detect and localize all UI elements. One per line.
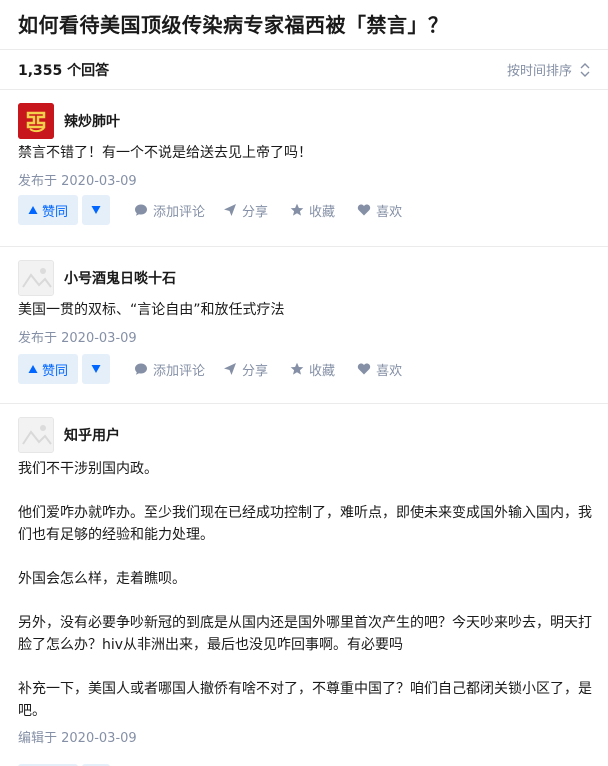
answer-author: 知乎用户 bbox=[18, 417, 120, 453]
sort-toggle[interactable]: 按时间排序 bbox=[507, 60, 590, 79]
upvote-button[interactable]: 赞同 bbox=[18, 354, 79, 384]
avatar-logo-icon bbox=[18, 103, 54, 139]
like-label: 喜欢 bbox=[376, 363, 403, 379]
share-label: 分享 bbox=[242, 204, 269, 220]
content-paragraph: 另外，没有必要争吵新冠的到底是从国内还是国外哪里首次产生的吧？今天吵来吵去，明天… bbox=[18, 615, 592, 653]
answer-item: 辣炒肺叶 禁言不错了！有一个不说是给送去见上帝了吗！ 发布于 2020-03-0… bbox=[0, 90, 608, 247]
downvote-button[interactable] bbox=[82, 195, 111, 225]
author-name[interactable]: 知乎用户 bbox=[64, 425, 120, 445]
comment-label: 添加评论 bbox=[153, 204, 206, 220]
like-label: 喜欢 bbox=[376, 204, 403, 220]
answer-item: 知乎用户 我们不干涉别国内政。 他们爱咋办就咋办。至少我们现在已经成功控制了，难… bbox=[0, 404, 608, 766]
content-paragraph: 禁言不错了！有一个不说是给送去见上帝了吗！ bbox=[18, 145, 312, 161]
default-avatar-icon bbox=[19, 261, 53, 295]
answer-time[interactable]: 编辑于 2020-03-09 bbox=[18, 728, 600, 750]
share-label: 分享 bbox=[242, 363, 269, 379]
comment-icon bbox=[135, 363, 148, 375]
heart-icon bbox=[357, 363, 371, 375]
content-paragraph: 外国会怎么样，走着瞧呗。 bbox=[18, 571, 186, 587]
author-name[interactable]: 小号酒鬼日啖十石 bbox=[64, 268, 176, 288]
star-icon bbox=[290, 203, 304, 216]
collect-label: 收藏 bbox=[309, 204, 336, 220]
question-header: 如何看待美国顶级传染病专家福西被「禁言」？ bbox=[0, 0, 608, 50]
collect-label: 收藏 bbox=[309, 363, 336, 379]
sort-chevrons-icon bbox=[580, 62, 590, 77]
comment-button[interactable]: 添加评论 bbox=[134, 360, 205, 379]
avatar[interactable] bbox=[18, 260, 54, 296]
star-icon bbox=[290, 362, 304, 375]
answer-author: 辣炒肺叶 bbox=[18, 103, 120, 139]
answer-content: 禁言不错了！有一个不说是给送去见上帝了吗！ bbox=[18, 142, 600, 164]
share-button[interactable]: 分享 bbox=[223, 360, 268, 379]
question-title[interactable]: 如何看待美国顶级传染病专家福西被「禁言」？ bbox=[18, 10, 590, 40]
content-paragraph: 补充一下，美国人或者哪国人撤侨有啥不对了，不尊重中国了？咱们自己都闭关锁小区了，… bbox=[18, 681, 592, 719]
comment-icon bbox=[135, 204, 148, 216]
triangle-up-icon bbox=[28, 206, 38, 214]
collect-button[interactable]: 收藏 bbox=[290, 201, 335, 220]
collect-button[interactable]: 收藏 bbox=[290, 360, 335, 379]
answer-item: 小号酒鬼日啖十石 美国一贯的双标、“言论自由”和放任式疗法 发布于 2020-0… bbox=[0, 247, 608, 404]
answer-actions: 赞同 添加评论 分享 收藏 喜欢 bbox=[18, 195, 402, 225]
page: 如何看待美国顶级传染病专家福西被「禁言」？ 1,355 个回答 按时间排序 辣炒… bbox=[0, 0, 608, 766]
heart-icon bbox=[357, 204, 371, 216]
downvote-button[interactable] bbox=[82, 354, 111, 384]
answer-count: 1,355 个回答 bbox=[18, 62, 110, 79]
answer-list-header: 1,355 个回答 按时间排序 bbox=[0, 50, 608, 90]
share-button[interactable]: 分享 bbox=[223, 201, 268, 220]
like-button[interactable]: 喜欢 bbox=[357, 201, 402, 220]
default-avatar-icon bbox=[19, 418, 53, 452]
content-paragraph: 他们爱咋办就咋办。至少我们现在已经成功控制了，难听点，即使未来变成国外输入国内，… bbox=[18, 505, 592, 543]
triangle-down-icon bbox=[91, 365, 101, 373]
author-name[interactable]: 辣炒肺叶 bbox=[64, 111, 120, 131]
answer-content: 我们不干涉别国内政。 他们爱咋办就咋办。至少我们现在已经成功控制了，难听点，即使… bbox=[18, 458, 600, 766]
upvote-label: 赞同 bbox=[42, 204, 69, 220]
answer-actions: 赞同 添加评论 分享 收藏 喜欢 bbox=[18, 354, 402, 384]
upvote-label: 赞同 bbox=[42, 363, 69, 379]
answer-author: 小号酒鬼日啖十石 bbox=[18, 260, 176, 296]
content-paragraph: 美国一贯的双标、“言论自由”和放任式疗法 bbox=[18, 302, 285, 318]
triangle-up-icon bbox=[28, 365, 38, 373]
avatar[interactable] bbox=[18, 417, 54, 453]
avatar[interactable] bbox=[18, 103, 54, 139]
share-icon bbox=[224, 363, 237, 375]
answer-time[interactable]: 发布于 2020-03-09 bbox=[18, 170, 137, 189]
share-icon bbox=[224, 204, 237, 216]
upvote-button[interactable]: 赞同 bbox=[18, 195, 79, 225]
answer-time[interactable]: 发布于 2020-03-09 bbox=[18, 327, 137, 346]
comment-button[interactable]: 添加评论 bbox=[134, 201, 205, 220]
answer-content: 美国一贯的双标、“言论自由”和放任式疗法 bbox=[18, 299, 600, 321]
like-button[interactable]: 喜欢 bbox=[357, 360, 402, 379]
sort-label: 按时间排序 bbox=[506, 64, 572, 79]
content-paragraph: 我们不干涉别国内政。 bbox=[18, 461, 158, 477]
comment-label: 添加评论 bbox=[153, 363, 206, 379]
triangle-down-icon bbox=[91, 206, 101, 214]
